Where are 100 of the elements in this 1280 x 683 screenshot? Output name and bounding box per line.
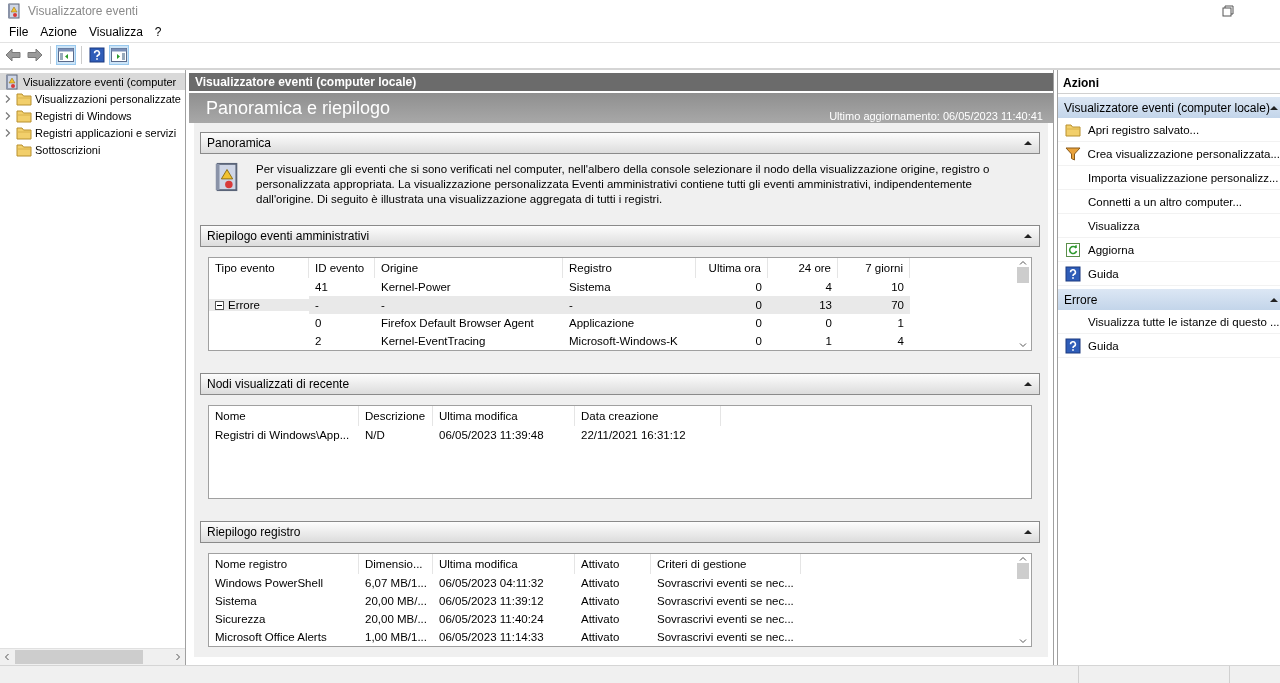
last-updated-text: Ultimo aggiornamento: 06/05/2023 11:40:41: [829, 110, 1043, 124]
table-cell-text: Sistema: [568, 280, 612, 296]
table-cell-text: Attivato: [580, 595, 621, 608]
forward-arrow-icon: [27, 48, 43, 63]
scroll-thumb[interactable]: [15, 650, 143, 665]
toolbar-button[interactable]: [87, 45, 107, 66]
table-cell-text: Sicurezza: [214, 613, 267, 626]
menu-item[interactable]: Azione: [34, 24, 84, 39]
column-header[interactable]: Nome registro: [209, 554, 359, 575]
section-header[interactable]: Visualizzatore eventi (computer locale): [1058, 97, 1280, 119]
table-cell-text: Kernel-Power: [380, 280, 452, 296]
column-header[interactable]: Nome: [209, 406, 359, 427]
column-header[interactable]: Tipo evento: [209, 258, 309, 279]
column-header[interactable]: ID evento: [309, 258, 375, 279]
menu-item[interactable]: Visualizza: [83, 24, 149, 39]
toolbar-button[interactable]: [109, 45, 129, 66]
table-cell-text: 41: [314, 280, 329, 296]
table-cell-text: Firefox Default Browser Agent: [380, 316, 535, 332]
restore-icon: [1222, 4, 1234, 17]
table-cell-text: 0: [754, 280, 763, 296]
table-cell-text: Sovrascrivi eventi se nec...: [656, 631, 795, 644]
scroll-thumb[interactable]: [1017, 563, 1029, 580]
section-title: Riepilogo eventi amministrativi: [207, 229, 370, 244]
action-item[interactable]: Visualizza tutte le istanze di questo ...: [1058, 310, 1280, 335]
table-cell-text: 0: [314, 316, 323, 332]
menu-item[interactable]: ?: [148, 24, 168, 39]
section-header[interactable]: Nodi visualizzati di recente: [200, 373, 1040, 396]
pane-icon: [58, 48, 74, 63]
scroll-down-icon[interactable]: [1019, 343, 1027, 349]
table-cell-text: Sistema: [214, 595, 258, 608]
scroll-up-icon[interactable]: [1019, 556, 1027, 562]
column-header[interactable]: Descrizione: [359, 406, 433, 427]
toolbar-button[interactable]: [56, 45, 76, 66]
menu-item[interactable]: File: [3, 24, 35, 39]
tree-item[interactable]: Visualizzatore eventi (computer: [0, 73, 185, 91]
table-cell-text: 10: [890, 280, 905, 296]
column-header[interactable]: Attivato: [575, 554, 651, 575]
section-title: Errore: [1064, 292, 1098, 307]
table-cell: -: [375, 296, 563, 315]
tree-item[interactable]: Visualizzazioni personalizzate: [0, 90, 185, 108]
column-header[interactable]: Ultima modifica: [433, 406, 575, 427]
table-cell-text: 06/05/2023 11:39:48: [438, 429, 545, 442]
scroll-down-icon[interactable]: [1019, 639, 1027, 645]
tree-item[interactable]: Registri di Windows: [0, 107, 185, 125]
table-cell-text: Sovrascrivi eventi se nec...: [656, 595, 795, 608]
column-header[interactable]: 7 giorni: [838, 258, 910, 279]
pane-icon: [111, 48, 127, 63]
column-header[interactable]: Ultima ora: [696, 258, 768, 279]
column-header[interactable]: Data creazione: [575, 406, 721, 427]
column-header[interactable]: Ultima modifica: [433, 554, 575, 575]
tree-item[interactable]: Sottoscrizioni: [0, 141, 185, 159]
section-title: Visualizzatore eventi (computer locale): [1064, 100, 1270, 115]
scroll-right-icon[interactable]: [176, 653, 181, 662]
tree-item[interactable]: Registri applicazioni e servizi: [0, 124, 185, 142]
refresh-icon: [1065, 241, 1081, 258]
action-item[interactable]: Connetti a un altro computer...: [1058, 190, 1280, 215]
table-cell: 70: [838, 296, 910, 315]
action-item[interactable]: Apri registro salvato...: [1058, 118, 1280, 143]
section-title: Nodi visualizzati di recente: [207, 377, 350, 392]
action-item[interactable]: Guida: [1058, 262, 1280, 287]
action-item[interactable]: Visualizza: [1058, 214, 1280, 239]
section-header[interactable]: Panoramica: [200, 132, 1040, 155]
action-item[interactable]: Importa visualizzazione personalizz...: [1058, 166, 1280, 191]
table-cell-text: 4: [896, 334, 905, 350]
section-header[interactable]: Riepilogo eventi amministrativi: [200, 225, 1040, 248]
help-icon: [1065, 265, 1081, 282]
column-header[interactable]: Criteri di gestione: [651, 554, 801, 575]
table-cell: -: [309, 296, 375, 315]
filter-icon: [1064, 145, 1081, 162]
table-cell-text: Sovrascrivi eventi se nec...: [656, 613, 795, 626]
column-header[interactable]: 24 ore: [768, 258, 838, 279]
table-cell-text: Attivato: [580, 577, 621, 590]
folder-icon: [16, 90, 32, 107]
section-header[interactable]: Riepilogo registro: [200, 521, 1040, 544]
table-cell-text: 1,00 MB/1...: [364, 631, 428, 644]
actions-header: Azioni: [1058, 73, 1280, 95]
table-cell-text: 1: [824, 334, 833, 350]
table-cell-text: Registri di Windows\App...: [214, 429, 351, 442]
table-cell-text: Attivato: [580, 631, 621, 644]
table-cell-text: 2: [314, 334, 323, 350]
column-header[interactable]: Dimensio...: [359, 554, 433, 575]
action-item[interactable]: Aggiorna: [1058, 238, 1280, 263]
horizontal-scrollbar[interactable]: [0, 648, 185, 666]
column-header[interactable]: Origine: [375, 258, 563, 279]
folder-icon: [16, 107, 32, 124]
scroll-up-icon[interactable]: [1019, 260, 1027, 266]
section-header[interactable]: Errore: [1058, 289, 1280, 311]
table-cell-text: Attivato: [580, 613, 621, 626]
action-item[interactable]: Crea visualizzazione personalizzata...: [1058, 142, 1280, 167]
table-cell-text: Sovrascrivi eventi se nec...: [656, 577, 795, 590]
scroll-thumb[interactable]: [1017, 267, 1029, 284]
table-cell-text: 22/11/2021 16:31:12: [580, 429, 687, 442]
window-title: Visualizzatore eventi: [28, 3, 139, 18]
scroll-left-icon[interactable]: [4, 653, 9, 662]
table-cell-text: 4: [824, 280, 833, 296]
column-header[interactable]: Registro: [563, 258, 696, 279]
table-cell-text: Applicazione: [568, 316, 636, 332]
folder-icon: [16, 124, 32, 141]
table-cell: -: [563, 296, 696, 315]
action-item[interactable]: Guida: [1058, 334, 1280, 359]
